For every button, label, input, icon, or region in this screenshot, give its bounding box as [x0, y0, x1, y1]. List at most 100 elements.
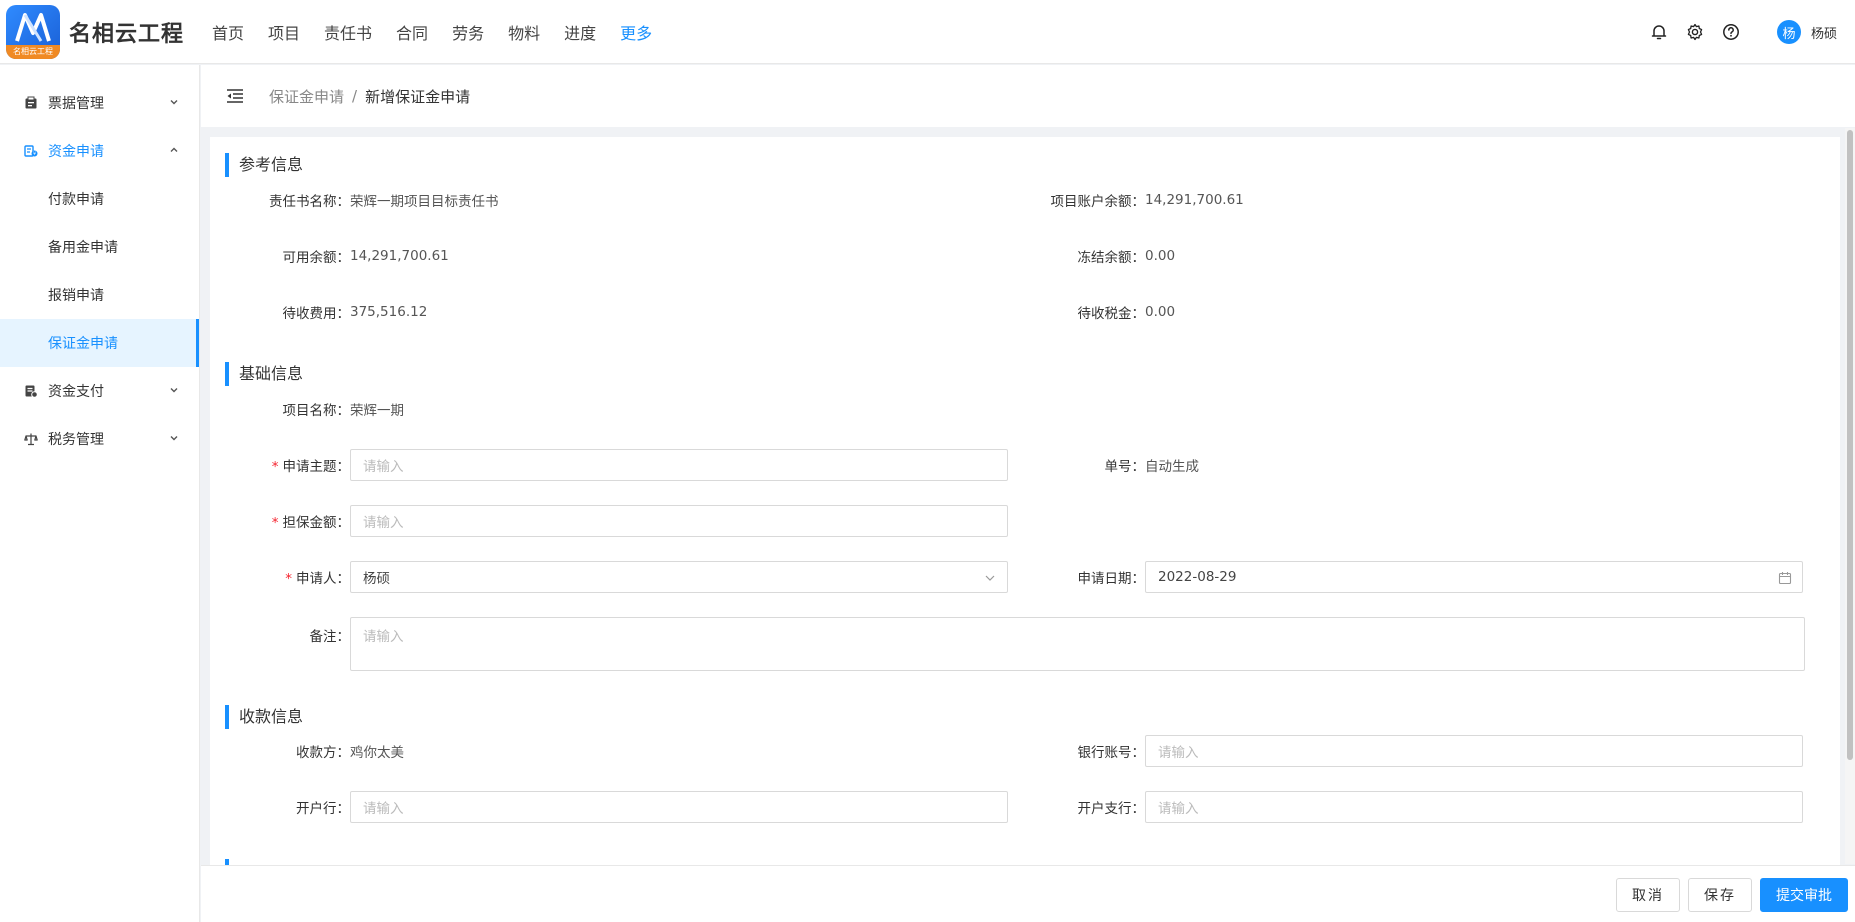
field-label: * 申请主题：: [271, 459, 350, 475]
scrollbar-thumb[interactable]: [1847, 130, 1853, 760]
field-label: 可用余额：: [282, 250, 351, 266]
nav-progress[interactable]: 进度: [564, 20, 596, 44]
field-label: 收款方：: [296, 745, 350, 761]
sidebar-item-reimbursement[interactable]: 报销申请: [0, 271, 199, 319]
sidebar-group-label: 资金支付: [48, 384, 104, 400]
field-value: 荣辉一期项目目标责任书: [350, 194, 499, 210]
bell-icon[interactable]: [1649, 22, 1669, 42]
cancel-button[interactable]: 取消: [1616, 878, 1680, 912]
gear-icon[interactable]: [1685, 22, 1705, 42]
nav-more[interactable]: 更多: [620, 20, 652, 44]
chevron-down-icon: [170, 436, 178, 441]
field-value: 14,291,700.61: [1145, 192, 1244, 208]
field-account-balance: 项目账户余额： 14,291,700.61: [1005, 184, 1244, 216]
field-pending-fee: 待收费用： 375,516.12: [210, 296, 428, 328]
field-label: 开户支行：: [1077, 801, 1146, 817]
field-label: 单号：: [1104, 459, 1146, 475]
field-remark: 备注： 请输入: [210, 617, 1805, 671]
breadcrumb-separator: /: [352, 87, 358, 105]
svg-text:¥: ¥: [33, 151, 36, 157]
sidebar-group-invoice[interactable]: 票据管理: [0, 79, 199, 127]
fund-apply-icon: ¥: [24, 144, 38, 158]
field-label: 责任书名称：: [269, 194, 350, 210]
top-header: 名相云工程 名相云工程 首页 项目 责任书 合同 劳务 物料 进度 更多 杨 杨…: [0, 0, 1855, 64]
breadcrumb-parent[interactable]: 保证金申请: [269, 86, 344, 107]
field-label: * 申请人：: [285, 571, 350, 587]
nav-project[interactable]: 项目: [268, 20, 300, 44]
logo-mark-icon: [15, 12, 51, 42]
field-label: 冻结余额：: [1077, 250, 1146, 266]
field-payee: 收款方： 鸡你太美: [210, 735, 404, 767]
field-label: 银行账号：: [1077, 745, 1146, 761]
branch-input[interactable]: 请输入: [1145, 791, 1803, 823]
field-label: * 担保金额：: [271, 515, 350, 531]
bank-account-input[interactable]: 请输入: [1145, 735, 1803, 767]
applicant-select[interactable]: 杨硕: [350, 561, 1008, 593]
sidebar-group-label: 税务管理: [48, 432, 104, 448]
remark-textarea[interactable]: 请输入: [350, 617, 1805, 671]
sidebar-group-tax[interactable]: 税务管理: [0, 415, 199, 463]
sidebar-item-deposit[interactable]: 保证金申请: [0, 319, 199, 367]
brand-area[interactable]: 名相云工程 名相云工程: [0, 4, 200, 59]
field-applicant: * 申请人： 杨硕: [210, 561, 1008, 593]
tax-scale-icon: [24, 432, 38, 446]
field-apply-date: 申请日期： 2022-08-29: [1005, 561, 1803, 593]
field-label: 项目名称：: [282, 403, 351, 419]
brand-name: 名相云工程: [69, 21, 185, 47]
payment-icon: [24, 384, 38, 398]
field-frozen-balance: 冻结余额： 0.00: [1005, 240, 1176, 272]
field-value: 0.00: [1145, 248, 1176, 264]
sidebar: 票据管理 ¥ 资金申请 付款申请 备用金申请 报销申请 保证金申请 资金支付 税…: [0, 65, 200, 922]
field-value: 14,291,700.61: [350, 248, 449, 264]
field-label: 申请日期：: [1077, 571, 1146, 587]
nav-labor[interactable]: 劳务: [452, 20, 484, 44]
field-label: 项目账户余额：: [1050, 194, 1146, 210]
sidebar-group-fund-apply[interactable]: ¥ 资金申请: [0, 127, 199, 175]
subject-input[interactable]: 请输入: [350, 449, 1008, 481]
field-project-name: 项目名称： 荣辉一期: [210, 393, 405, 425]
avatar[interactable]: 杨: [1776, 20, 1801, 44]
menu-fold-icon[interactable]: [225, 86, 245, 106]
form-footer: 取消 保存 提交审批: [201, 865, 1855, 922]
chevron-down-icon: [170, 388, 178, 393]
apply-date-picker[interactable]: 2022-08-29: [1145, 561, 1803, 593]
submit-approval-button[interactable]: 提交审批: [1760, 878, 1848, 912]
main-nav: 首页 项目 责任书 合同 劳务 物料 进度 更多: [212, 20, 676, 44]
section-title-basic: 基础信息: [225, 362, 303, 386]
required-mark: *: [285, 571, 292, 587]
field-label: 待收费用：: [282, 306, 351, 322]
nav-responsibility[interactable]: 责任书: [324, 20, 372, 44]
nav-contract[interactable]: 合同: [396, 20, 428, 44]
sidebar-item-payment-request[interactable]: 付款申请: [0, 175, 199, 223]
field-value: 375,516.12: [350, 304, 428, 320]
bank-input[interactable]: 请输入: [350, 791, 1008, 823]
guarantee-amount-input[interactable]: 请输入: [350, 505, 1008, 537]
required-mark: *: [271, 515, 279, 531]
sidebar-group-fund-payment[interactable]: 资金支付: [0, 367, 199, 415]
field-label: 备注：: [309, 629, 351, 645]
form-panel: 参考信息 责任书名称： 荣辉一期项目目标责任书 项目账户余额： 14,291,7…: [210, 137, 1840, 865]
breadcrumb: 保证金申请 / 新增保证金申请: [201, 65, 1855, 127]
field-responsibility: 责任书名称： 荣辉一期项目目标责任书: [210, 184, 499, 216]
field-value: 鸡你太美: [350, 745, 404, 761]
field-available-balance: 可用余额： 14,291,700.61: [210, 240, 449, 272]
help-icon[interactable]: [1721, 22, 1741, 42]
user-name[interactable]: 杨硕: [1811, 23, 1837, 42]
field-bank-account: 银行账号： 请输入: [1005, 735, 1803, 767]
field-label: 待收税金：: [1077, 306, 1146, 322]
save-button[interactable]: 保存: [1688, 878, 1752, 912]
field-guarantee-amount: * 担保金额： 请输入: [210, 505, 1008, 537]
field-bank: 开户行： 请输入: [210, 791, 1008, 823]
sidebar-item-petty-cash[interactable]: 备用金申请: [0, 223, 199, 271]
nav-material[interactable]: 物料: [508, 20, 540, 44]
section-title-receipt: 收款信息: [225, 705, 303, 729]
nav-home[interactable]: 首页: [212, 20, 244, 44]
section-title-reference: 参考信息: [225, 153, 303, 177]
field-subject: * 申请主题： 请输入: [210, 449, 1008, 481]
field-order-no: 单号： 自动生成: [1005, 449, 1200, 481]
chevron-up-icon: [170, 147, 178, 152]
field-pending-tax: 待收税金： 0.00: [1005, 296, 1176, 328]
breadcrumb-current: 新增保证金申请: [365, 87, 471, 106]
field-value: 荣辉一期: [350, 403, 404, 419]
applicant-selected-value: 杨硕: [363, 571, 390, 587]
